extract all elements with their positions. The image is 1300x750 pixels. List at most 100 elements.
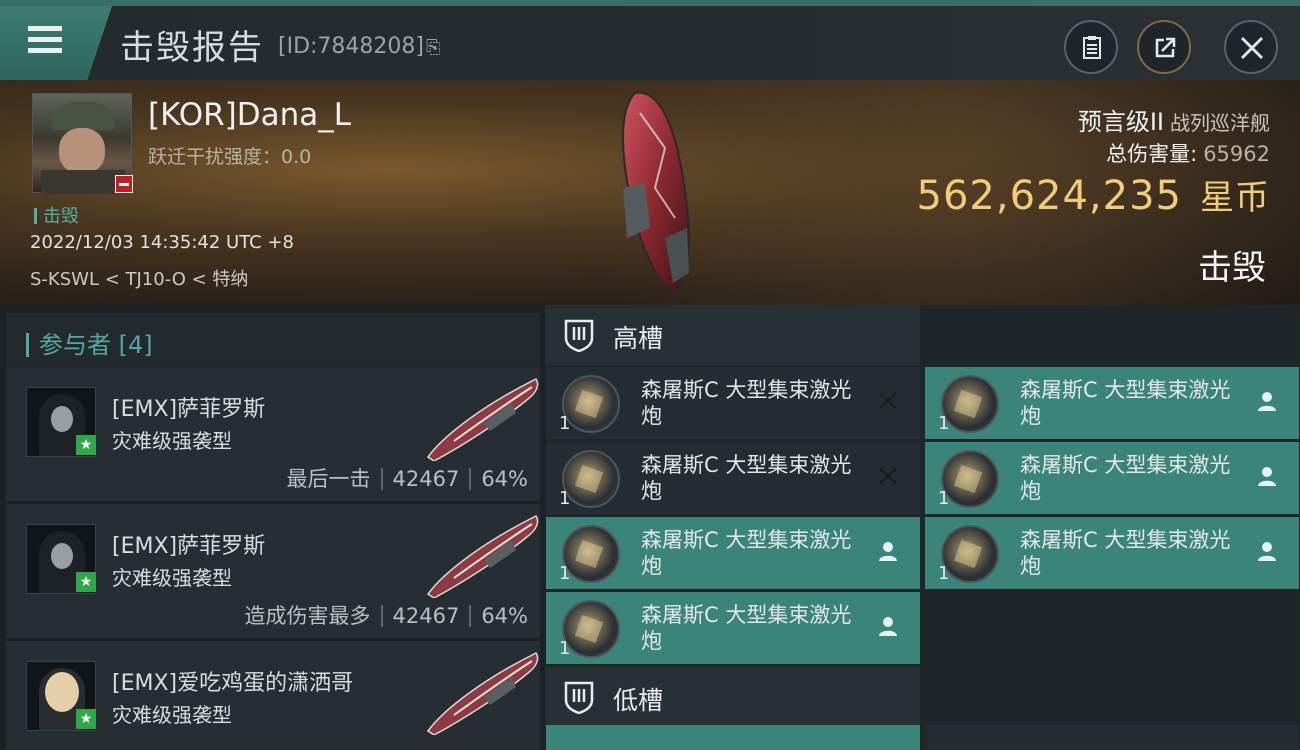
module-item[interactable]: 1 森屠斯C 大型集束激光炮	[546, 367, 920, 439]
module-name: 森屠斯C 大型集束激光炮	[1020, 378, 1231, 428]
attacker-ship: 灾难级强袭型	[112, 703, 232, 727]
kill-location[interactable]: S-KSWL < TJ10-O < 特纳	[30, 265, 248, 291]
module-item[interactable]: 1 森屠斯C 大型集束激光炮	[546, 592, 920, 664]
high-slot-header: 高槽	[545, 305, 920, 365]
person-icon	[1258, 467, 1276, 486]
menu-icon-bar	[28, 37, 62, 42]
avatar-face	[45, 672, 79, 712]
x-icon	[879, 467, 897, 485]
victim-ship-name: 预言级II	[1077, 108, 1164, 136]
attacker-percent: 64%	[481, 467, 528, 491]
close-icon	[1240, 36, 1264, 60]
share-button[interactable]	[1137, 20, 1191, 74]
menu-button[interactable]	[0, 6, 112, 80]
avatar-body	[41, 170, 125, 194]
kill-summary: [KOR]Dana_L 跃迁干扰强度：0.0 击毁 2022/12/03 14:…	[0, 80, 1300, 305]
divider	[469, 605, 472, 627]
victim-ship-image[interactable]	[605, 88, 715, 298]
laser-icon	[941, 450, 999, 508]
clipboard-icon	[1083, 36, 1101, 59]
module-name: 森屠斯C 大型集束激光炮	[1020, 453, 1231, 503]
slot-icon	[564, 681, 594, 714]
participants-header: 参与者 [4]	[6, 313, 540, 368]
module-qty: 1	[559, 638, 571, 659]
menu-icon	[28, 26, 62, 31]
participants-panel[interactable]: 参与者 [4] ★ [EMX]萨菲罗斯 灾难级强袭型 最后一击 42467 64% …	[0, 305, 545, 750]
report-id[interactable]: [ID:7848208] ⎘	[278, 34, 440, 59]
module-name: 森屠斯C 大型集束激光炮	[641, 378, 852, 428]
attacker-damage: 42467	[392, 604, 460, 628]
module-qty: 1	[559, 488, 571, 509]
attacker-ship-image	[426, 515, 539, 598]
attacker-damage: 42467	[392, 467, 460, 491]
laser-icon	[562, 600, 620, 658]
victim-name[interactable]: [KOR]Dana_L	[148, 97, 351, 133]
copy-icon[interactable]: ⎘	[426, 37, 440, 58]
avatar-cap	[51, 102, 115, 130]
page-title: 击毁报告	[120, 28, 264, 68]
avatar-mask	[51, 543, 73, 569]
module-qty: 1	[938, 563, 950, 584]
top-bar: 击毁报告 [ID:7848208] ⎘	[0, 0, 1300, 80]
module-name: 森屠斯C 大型集束激光炮	[1020, 528, 1231, 578]
module-name: 森屠斯C 大型集束激光炮	[641, 453, 852, 503]
attacker-row[interactable]: ★ [EMX]萨菲罗斯 灾难级强袭型 造成伤害最多 42467 64%	[6, 504, 540, 638]
attacker-stats: 造成伤害最多 42467 64%	[245, 600, 529, 630]
laser-icon	[562, 525, 620, 583]
attacker-name: [EMX]爱吃鸡蛋的潇洒哥	[112, 671, 354, 696]
avatar-mask	[51, 406, 73, 432]
divider	[469, 468, 472, 490]
kill-tag: 击毁	[34, 202, 79, 228]
attacker-percent: 64%	[481, 604, 528, 628]
warp-scramble-strength: 跃迁干扰强度：0.0	[148, 142, 311, 169]
isk-value: 562,624,235 星币	[917, 170, 1270, 219]
person-icon	[1258, 542, 1276, 561]
person-icon	[1258, 392, 1276, 411]
warp-scramble-value: 0.0	[281, 146, 312, 168]
menu-icon-bar	[28, 48, 62, 53]
report-id-text: [ID:7848208]	[278, 34, 424, 59]
close-button[interactable]	[1224, 20, 1278, 74]
module-name: 森屠斯C 大型集束激光炮	[641, 528, 852, 578]
clipboard-button[interactable]	[1064, 20, 1118, 74]
participants-title: 参与者 [4]	[26, 325, 153, 360]
fitting-panel[interactable]: 高槽 1 森屠斯C 大型集束激光炮 1 森屠斯C 大型集束激光炮 1 森屠斯C …	[545, 305, 1300, 750]
star-icon: ★	[76, 709, 96, 729]
module-item[interactable]: 1 森屠斯C 大型集束激光炮	[925, 517, 1299, 589]
isk-unit: 星币	[1200, 178, 1270, 218]
kill-timestamp: 2022/12/03 14:35:42 UTC +8	[30, 232, 294, 253]
attacker-row[interactable]: ★ [EMX]爱吃鸡蛋的潇洒哥 灾难级强袭型	[6, 641, 540, 750]
module-item[interactable]	[925, 725, 1299, 750]
module-item[interactable]	[546, 725, 920, 750]
slot-icon	[564, 319, 594, 352]
laser-icon	[562, 375, 620, 433]
attacker-ship-image	[426, 378, 539, 461]
module-item[interactable]: 1 森屠斯C 大型集束激光炮	[546, 442, 920, 514]
module-qty: 1	[938, 488, 950, 509]
attacker-ship: 灾难级强袭型	[112, 566, 232, 590]
isk-amount: 562,624,235	[916, 173, 1182, 219]
attacker-ship: 灾难级强袭型	[112, 429, 232, 453]
module-item[interactable]: 1 森屠斯C 大型集束激光炮	[546, 517, 920, 589]
module-qty: 1	[559, 413, 571, 434]
module-item[interactable]: 1 森屠斯C 大型集束激光炮	[925, 367, 1299, 439]
divider	[380, 468, 383, 490]
low-slot-label: 低槽	[613, 686, 664, 715]
person-icon	[879, 617, 897, 636]
victim-ship[interactable]: 预言级II 战列巡洋舰	[1078, 102, 1270, 137]
total-damage-label: 总伤害量:	[1106, 142, 1198, 166]
module-item[interactable]: 1 森屠斯C 大型集束激光炮	[925, 442, 1299, 514]
warp-scramble-label: 跃迁干扰强度：	[148, 146, 282, 168]
low-slot-header: 低槽	[545, 667, 920, 727]
attacker-stats: 最后一击 42467 64%	[287, 463, 529, 493]
total-damage: 总伤害量: 65962	[1106, 138, 1270, 168]
avatar-face	[59, 128, 105, 174]
attacker-row[interactable]: ★ [EMX]萨菲罗斯 灾难级强袭型 最后一击 42467 64%	[6, 367, 540, 501]
person-icon	[879, 542, 897, 561]
attacker-role: 最后一击	[286, 467, 371, 491]
kill-result: 击毁	[1198, 248, 1266, 288]
victim-ship-class: 战列巡洋舰	[1170, 111, 1270, 135]
standing-badge	[115, 175, 133, 193]
attacker-name: [EMX]萨菲罗斯	[112, 534, 266, 559]
high-slot-label: 高槽	[613, 324, 664, 353]
